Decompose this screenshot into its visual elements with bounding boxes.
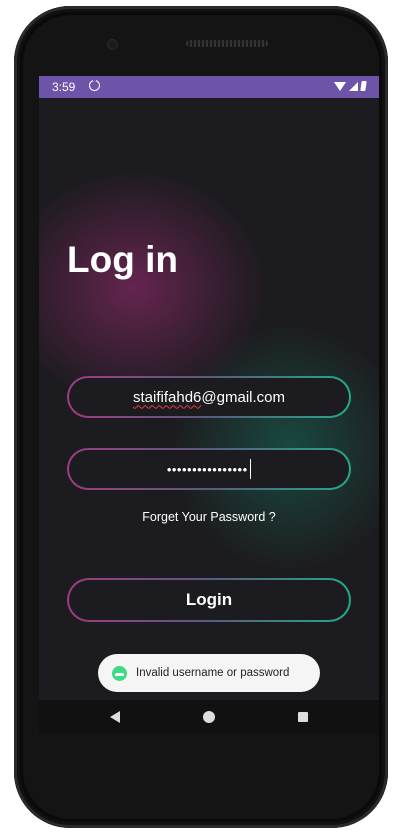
email-value: staififahd6@gmail.com — [133, 389, 285, 406]
password-value: •••••••••••••••• — [166, 461, 248, 477]
home-icon[interactable] — [202, 711, 215, 723]
page-title: Log in — [67, 239, 178, 280]
toast-message: Invalid username or password — [136, 667, 290, 679]
password-field[interactable]: •••••••••••••••• — [67, 448, 351, 490]
login-button[interactable]: Login — [67, 578, 351, 622]
text-cursor — [249, 459, 252, 479]
forgot-password-link[interactable]: Forget Your Password ? — [39, 510, 379, 524]
email-username: staififahd6 — [133, 388, 202, 406]
status-icons — [334, 81, 367, 91]
signal-icon — [349, 81, 358, 91]
battery-icon — [360, 81, 367, 91]
login-screen: Log in staififahd6@gmail.com •••••••••••… — [39, 98, 379, 700]
back-icon[interactable] — [110, 711, 121, 723]
recents-icon[interactable] — [297, 712, 308, 722]
navigation-bar — [39, 700, 379, 734]
status-bar: 3:59 — [39, 76, 379, 98]
error-toast: Invalid username or password — [98, 654, 320, 692]
email-domain: @gmail.com — [201, 388, 285, 406]
device-screen: 3:59 Log in staififahd6@gmail.com ••••••… — [39, 76, 379, 734]
email-field[interactable]: staififahd6@gmail.com — [67, 376, 351, 418]
wifi-icon — [334, 81, 346, 91]
login-button-label: Login — [185, 590, 233, 609]
status-time: 3:59 — [52, 80, 76, 94]
speaker-grill — [186, 40, 268, 47]
android-icon — [112, 665, 127, 681]
sync-icon — [89, 78, 100, 91]
earpiece-speaker — [186, 40, 268, 47]
front-camera — [108, 40, 117, 49]
